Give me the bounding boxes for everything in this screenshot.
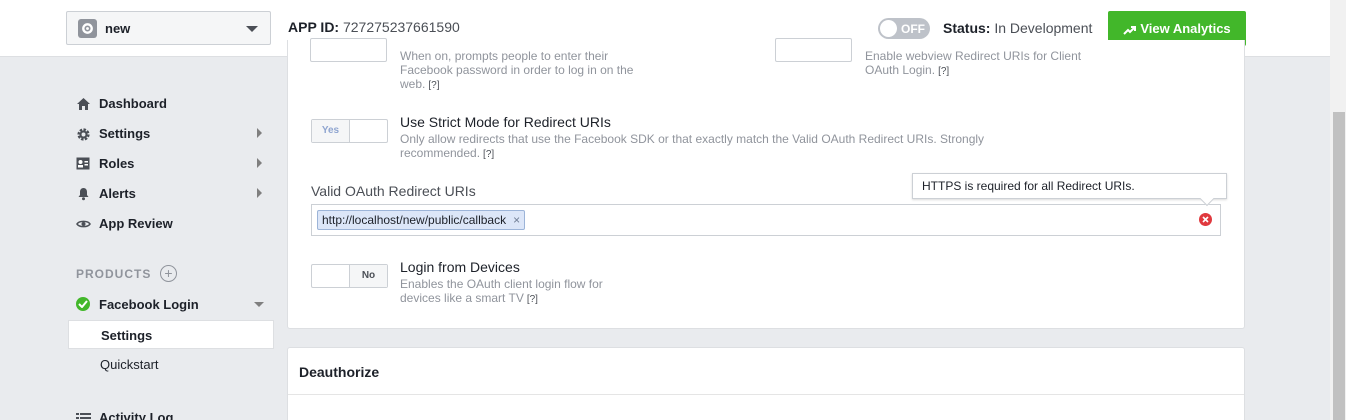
redirect-uri-text: http://localhost/new/public/callback <box>322 213 507 227</box>
description-line: recommended. <box>400 146 481 160</box>
chevron-right-icon <box>257 128 262 138</box>
remove-token-icon[interactable]: × <box>513 211 520 229</box>
add-product-icon[interactable]: + <box>160 265 177 282</box>
help-link[interactable]: [?] <box>428 80 439 91</box>
chevron-right-icon <box>257 188 262 198</box>
sidebar-item-label: Alerts <box>99 186 136 201</box>
sidebar-subitem-quickstart[interactable]: Quickstart <box>100 357 159 372</box>
sidebar-item-label: Facebook Login <box>99 297 199 312</box>
error-icon <box>1199 213 1212 226</box>
toggle-no: No <box>349 265 387 287</box>
check-icon <box>76 297 90 311</box>
sidebar-item-label: App Review <box>99 216 173 231</box>
login-from-devices-title: Login from Devices <box>400 259 520 275</box>
description-line: web. <box>400 77 426 91</box>
bell-icon <box>76 187 91 201</box>
description-line: OAuth Login. <box>865 63 936 77</box>
eye-icon <box>76 217 91 231</box>
redirect-uris-label: Valid OAuth Redirect URIs <box>311 183 476 199</box>
redirect-uri-token: http://localhost/new/public/callback × <box>317 210 526 230</box>
https-error-tooltip: HTTPS is required for all Redirect URIs. <box>912 173 1227 207</box>
products-heading: PRODUCTS <box>76 267 152 281</box>
sidebar-item-label: Dashboard <box>99 96 167 111</box>
strict-mode-toggle[interactable]: Yes <box>311 119 388 143</box>
toggle-yes: Yes <box>312 120 350 142</box>
tooltip-text: HTTPS is required for all Redirect URIs. <box>922 179 1135 193</box>
help-link[interactable]: [?] <box>938 66 949 77</box>
deauthorize-header: Deauthorize <box>288 348 1244 395</box>
list-icon <box>76 411 91 420</box>
description-line: Enables the OAuth client login flow for <box>400 277 603 291</box>
sidebar-item-label: Activity Log <box>99 410 174 420</box>
strict-mode-title: Use Strict Mode for Redirect URIs <box>400 114 611 130</box>
sidebar-subitem-settings[interactable]: Settings <box>68 320 274 349</box>
deauthorize-card: Deauthorize <box>287 347 1245 420</box>
description-line: Only allow redirects that use the Facebo… <box>400 132 985 146</box>
sidebar-subitem-label: Settings <box>101 328 153 343</box>
deauthorize-title: Deauthorize <box>299 364 380 380</box>
home-icon <box>76 97 91 111</box>
sidebar-item-label: Roles <box>99 156 135 171</box>
description-line: Facebook password in order to log in on … <box>400 63 634 77</box>
login-from-devices-description: Enables the OAuth client login flow for … <box>400 277 660 307</box>
sidebar-item-label: Settings <box>99 126 151 141</box>
help-link[interactable]: [?] <box>527 294 538 305</box>
redirect-uris-input[interactable]: http://localhost/new/public/callback × <box>311 204 1221 236</box>
gear-icon <box>76 127 91 141</box>
strict-mode-description: Only allow redirects that use the Facebo… <box>400 132 1020 162</box>
top-bar-overlay <box>0 0 1330 57</box>
chevron-down-icon[interactable] <box>254 302 264 307</box>
scrollbar-thumb[interactable] <box>1333 112 1345 420</box>
roles-icon <box>76 157 91 171</box>
login-from-devices-toggle[interactable]: No <box>311 264 388 288</box>
description-line: devices like a smart TV <box>400 291 524 305</box>
help-link[interactable]: [?] <box>483 149 494 160</box>
chevron-right-icon <box>257 158 262 168</box>
